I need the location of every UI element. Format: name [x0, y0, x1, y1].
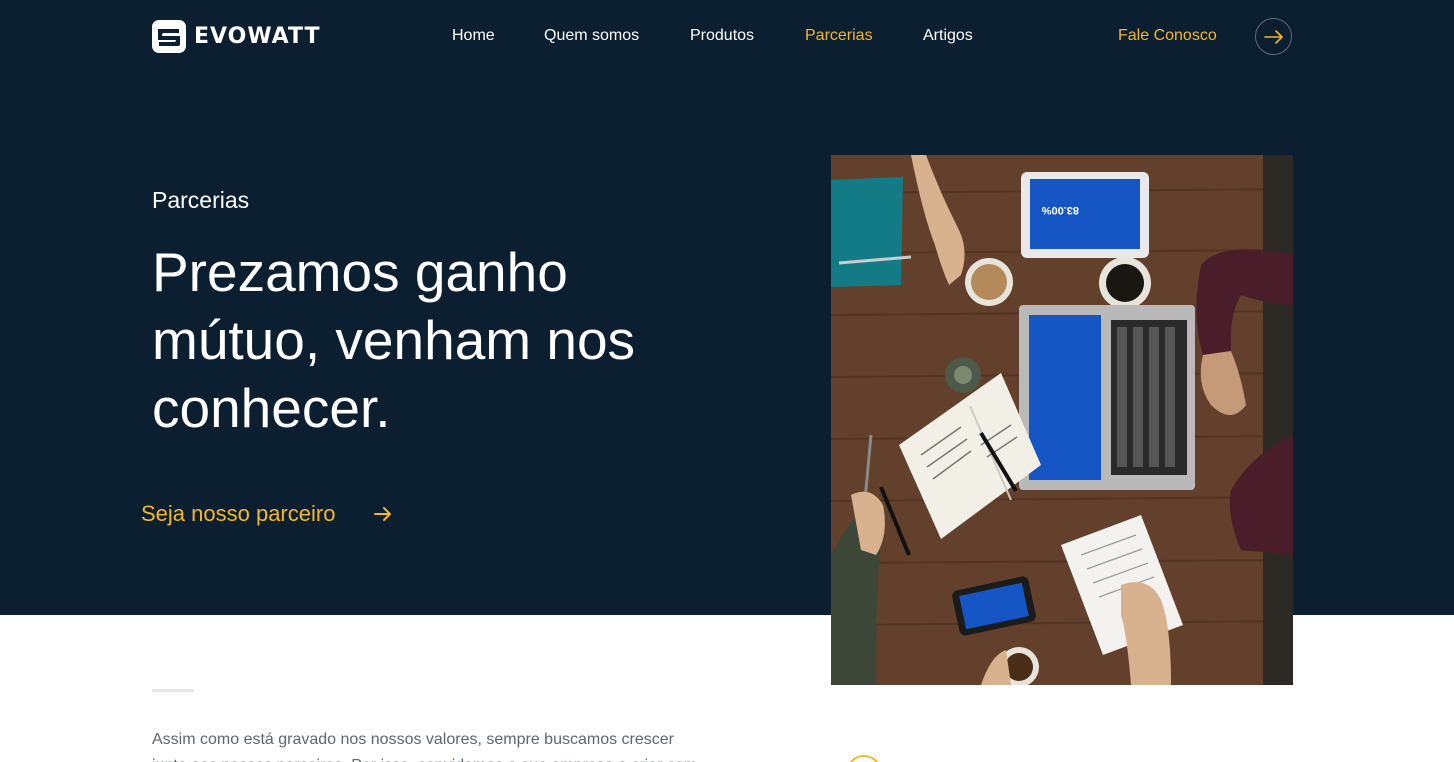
photo-illustration: 83.00% — [831, 155, 1293, 685]
section-divider — [152, 689, 194, 692]
team-meeting-photo: 83.00% — [831, 155, 1293, 685]
arrow-right-icon — [374, 507, 392, 521]
hero-headline: Prezamos ganho mútuo, venham nos conhece… — [152, 241, 636, 439]
nav-quem-somos[interactable]: Quem somos — [544, 26, 639, 46]
evowatt-logo-icon — [152, 20, 186, 53]
nav-home[interactable]: Home — [452, 26, 495, 46]
partner-cta-link[interactable]: Seja nosso parceiro — [141, 500, 393, 528]
nav-parcerias[interactable]: Parcerias — [805, 26, 873, 46]
intro-paragraph: Assim como está gravado nos nossos valor… — [152, 731, 697, 762]
nav-artigos[interactable]: Artigos — [923, 26, 973, 46]
contact-link[interactable]: Fale Conosco — [1118, 26, 1217, 46]
nav-produtos[interactable]: Produtos — [690, 26, 754, 46]
logo[interactable]: EVOWATT — [152, 20, 321, 53]
decorative-circle-icon — [846, 755, 882, 762]
logo-text: EVOWATT — [194, 24, 321, 49]
contact-arrow-button[interactable] — [1255, 18, 1292, 55]
hero-eyebrow: Parcerias — [152, 187, 250, 213]
partner-cta-label: Seja nosso parceiro — [141, 501, 336, 526]
arrow-right-icon — [1263, 29, 1283, 44]
tablet-value: 83.00% — [1041, 204, 1079, 216]
